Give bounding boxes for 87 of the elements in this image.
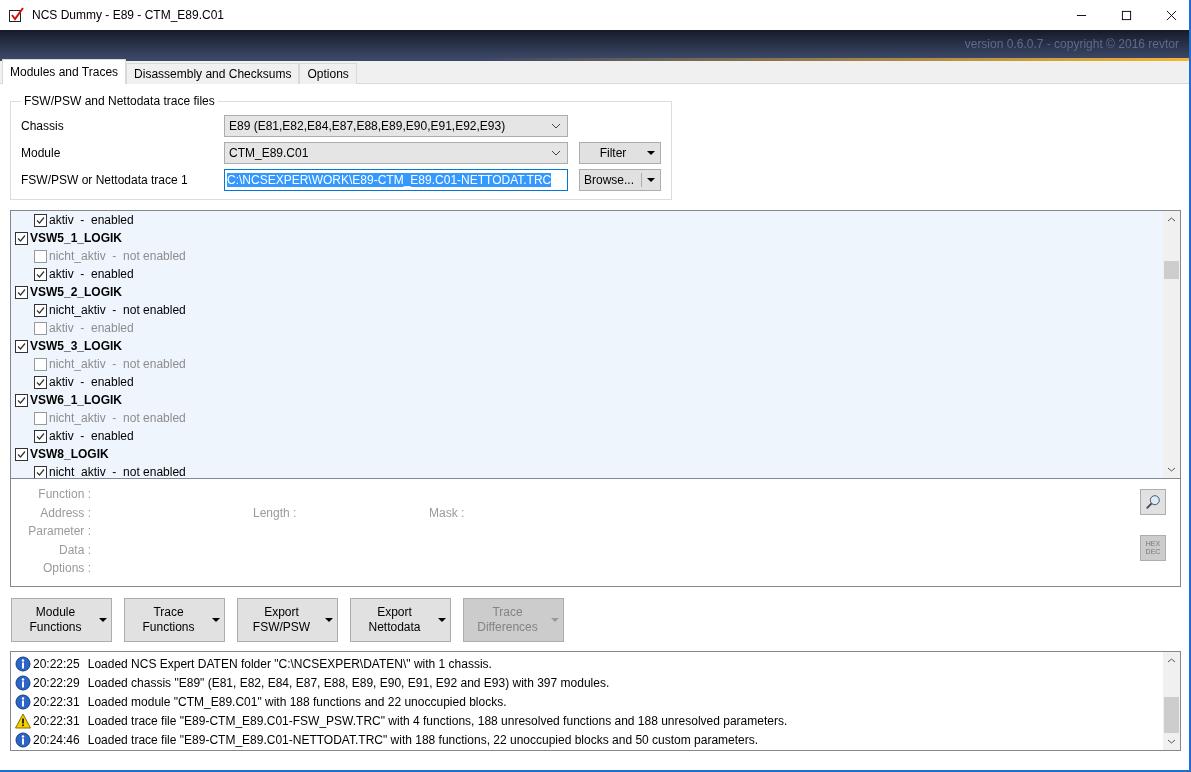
log-message: Loaded trace file "E89-CTM_E89.C01-NETTODAT.TRC" with 188 functions, 22 unoccupied blocks and 50 custom parameters. [87,732,759,747]
action-button[interactable]: Trace Functions [124,598,225,642]
scroll-up-icon[interactable] [1167,658,1176,663]
detail-label: Function : [37,487,91,503]
checkbox[interactable] [34,267,47,281]
checkbox[interactable] [34,429,47,443]
function-name[interactable]: VSW8_LOGIK [30,447,109,461]
app-icon [8,7,24,23]
scroll-down-icon[interactable] [1167,467,1176,472]
checkbox[interactable] [34,465,47,478]
log-time: 20:22:25 [33,656,80,671]
group-title: FSW/PSW and Nettodata trace files [23,94,216,108]
option-label[interactable]: aktiv - enabled [49,267,134,281]
log-time: 20:22:31 [33,694,80,709]
detail-label: Data : [58,542,91,559]
function-name[interactable]: VSW5_1_LOGIK [30,231,123,245]
chevron-down-icon [551,122,561,129]
field-label: Chassis [21,118,65,133]
checkbox[interactable] [34,375,47,389]
function-name[interactable]: VSW5_2_LOGIK [30,285,123,299]
caret-icon [551,618,559,622]
caret-icon[interactable] [647,177,655,182]
close-icon[interactable] [1166,9,1177,21]
version-text: version 0.6.0.7 - copyright © 2016 revtor [964,37,1179,51]
function-name[interactable]: VSW5_3_LOGIK [30,339,123,353]
tab[interactable]: Disassembly and Checksums [126,63,300,84]
checkbox[interactable] [34,249,47,263]
info-icon [15,674,31,691]
info-icon [15,731,31,748]
option-label[interactable]: nicht_aktiv - not enabled [49,465,186,478]
detail-label: Length : [252,505,298,522]
detail-label: Parameter : [27,524,91,540]
search-icon [1144,493,1162,511]
caret-icon [325,618,333,622]
checkbox[interactable] [15,447,28,461]
field-label: FSW/PSW or Nettodata trace 1 [21,172,189,187]
tab[interactable]: Modules and Traces [2,59,127,84]
detail-label: Mask : [428,505,466,522]
option-label[interactable]: aktiv - enabled [49,213,134,227]
checkbox[interactable] [34,357,47,371]
log-message: Loaded chassis "E89" (E81, E82, E84, E87, E88, E89, E90, E91, E92 and E93) with 397 modules. [87,675,610,690]
maximize-icon[interactable] [1121,9,1132,21]
scroll-thumb[interactable] [1164,261,1179,279]
checkbox[interactable] [15,393,28,407]
scrollbar[interactable] [1163,211,1180,478]
tab[interactable]: Options [299,63,357,84]
checkbox[interactable] [34,411,47,425]
option-label[interactable]: aktiv - enabled [49,429,134,443]
filter-button[interactable]: Filter [579,141,661,164]
scrollbar[interactable] [1163,652,1180,750]
info-icon [15,693,31,710]
action-button[interactable]: Export FSW/PSW [237,598,338,642]
scroll-down-icon[interactable] [1167,739,1176,744]
option-label[interactable]: aktiv - enabled [49,375,134,389]
field-label: Module [21,145,62,160]
chevron-down-icon [551,149,561,156]
scroll-thumb[interactable] [1164,697,1179,733]
log-message: Loaded trace file "E89-CTM_E89.C01-FSW_PSW.TRC" with 4 functions, 188 unresolved functions and 188 unresolved parameters. [87,713,788,728]
log-time: 20:22:31 [33,713,80,728]
caret-icon [438,618,446,622]
checkbox[interactable] [34,303,47,317]
log-message: Loaded module "CTM_E89.C01" with 188 functions and 22 unoccupied blocks. [87,694,507,709]
warning-icon [15,712,31,729]
browse-button[interactable]: Browse... [579,168,661,191]
action-button[interactable]: Export Nettodata [350,598,451,642]
detail-label: Address : [39,505,91,522]
log-time: 20:22:29 [33,675,80,690]
caret-icon [99,618,107,622]
info-icon [15,655,31,672]
search-button[interactable] [1140,489,1166,515]
chassis-dropdown[interactable]: E89 (E81,E82,E84,E87,E88,E89,E90,E91,E92,E93) [224,114,568,137]
checkbox[interactable] [15,339,28,353]
log-time: 20:24:46 [33,732,80,747]
window-title: NCS Dummy - E89 - CTM_E89.C01 [32,8,225,22]
checkbox[interactable] [15,285,28,299]
detail-label: Options : [41,561,91,577]
checkbox[interactable] [34,321,47,335]
function-name[interactable]: VSW6_1_LOGIK [30,393,123,407]
module-dropdown[interactable]: CTM_E89.C01 [224,141,568,164]
checkbox[interactable] [15,231,28,245]
log-message: Loaded NCS Expert DATEN folder "C:\NCSEXPER\DATEN\" with 1 chassis. [87,656,492,671]
option-label[interactable]: nicht_aktiv - not enabled [49,303,186,317]
checkbox[interactable] [34,213,47,227]
action-button[interactable]: Module Functions [11,598,112,642]
scroll-up-icon[interactable] [1167,217,1176,222]
caret-icon [212,618,220,622]
caret-icon [647,150,655,155]
